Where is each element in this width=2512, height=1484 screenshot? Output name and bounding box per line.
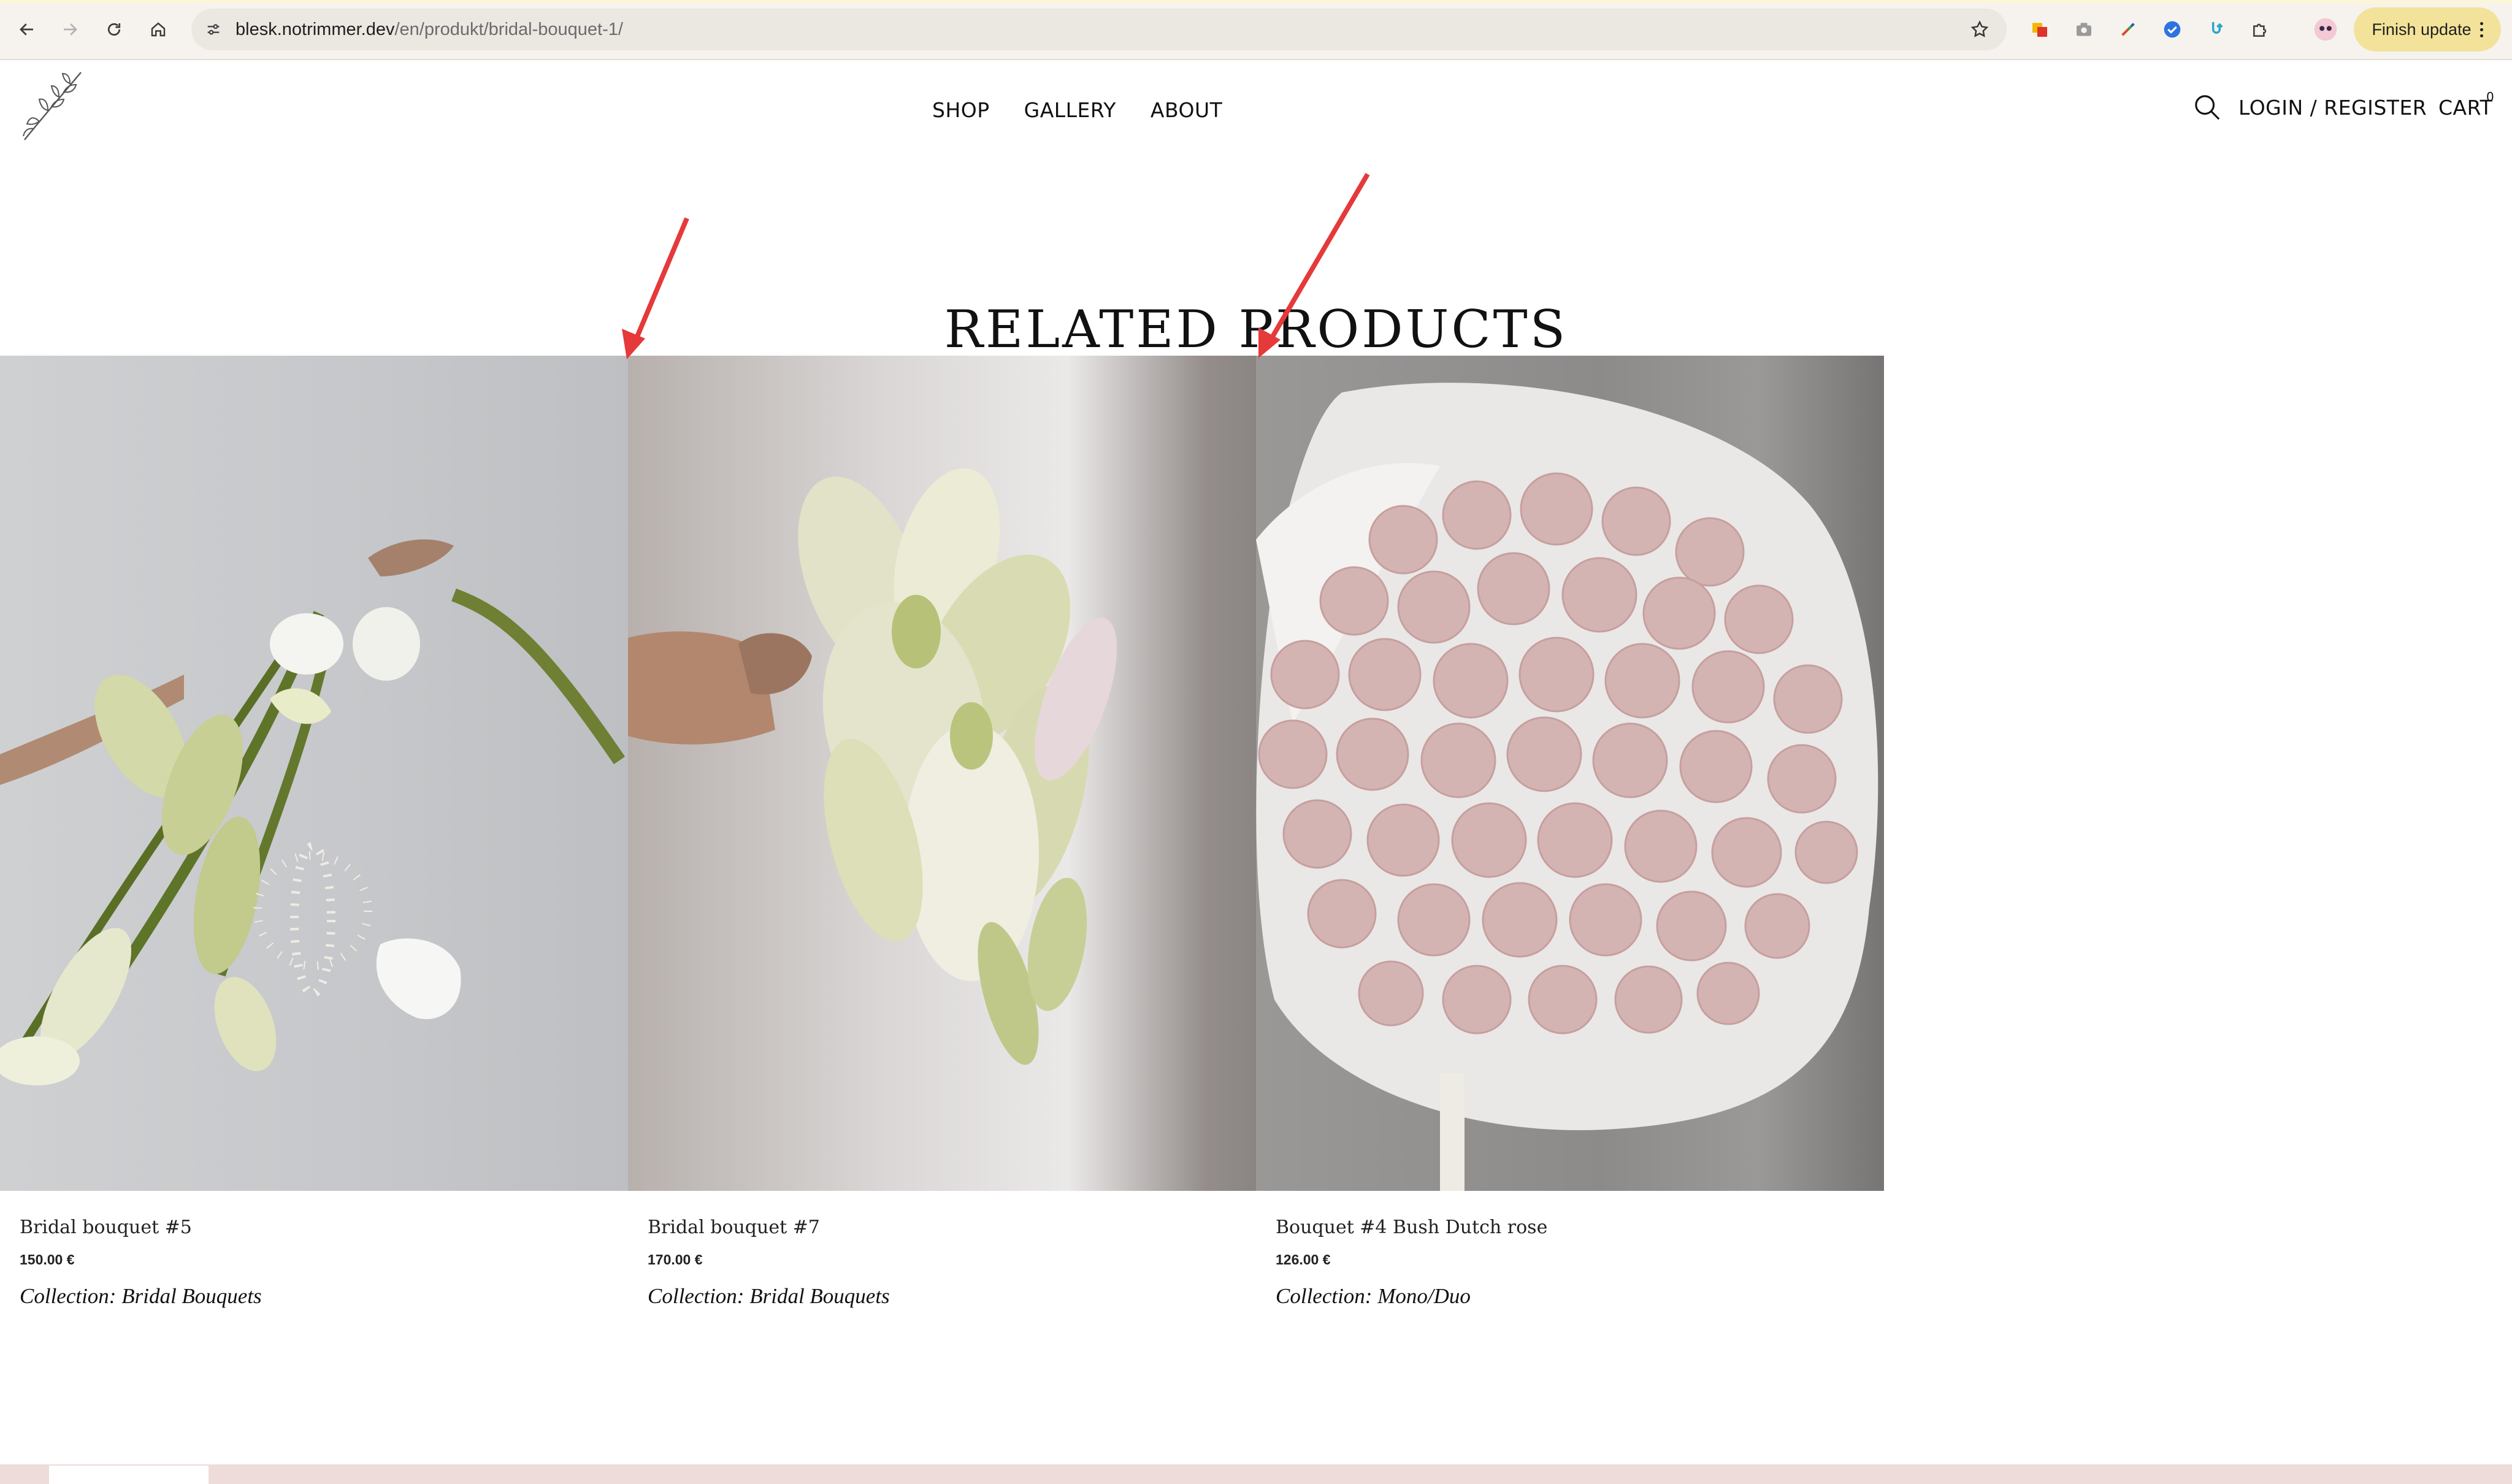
toolbar-top-band	[0, 0, 2512, 4]
footer-band	[0, 1464, 2512, 1484]
product-collection[interactable]: Collection: Mono/Duo	[1276, 1284, 1884, 1309]
brand-logo[interactable]	[21, 69, 85, 142]
finish-update-label: Finish update	[2372, 20, 2472, 39]
home-icon	[151, 22, 166, 37]
color-picker-icon[interactable]	[2116, 17, 2140, 42]
url-path: /en/produkt/bridal-bouquet-1/	[394, 20, 623, 39]
arrow-right-icon	[64, 23, 77, 36]
cart-link[interactable]: CART	[2438, 96, 2492, 120]
footer-tab	[49, 1466, 209, 1484]
main-navigation: SHOP GALLERY ABOUT	[932, 94, 1222, 125]
nav-shop[interactable]: SHOP	[932, 98, 990, 122]
product-card[interactable]: Bridal bouquet #5 150.00 € Collection: B…	[0, 356, 628, 1309]
reload-button[interactable]	[101, 16, 128, 43]
product-collection[interactable]: Collection: Bridal Bouquets	[648, 1284, 1256, 1309]
camera-icon[interactable]	[2072, 17, 2096, 42]
nav-gallery[interactable]: GALLERY	[1024, 98, 1116, 122]
product-name[interactable]: Bridal bouquet #5	[20, 1217, 628, 1238]
reload-icon	[107, 23, 121, 36]
puzzle-icon[interactable]	[2248, 17, 2273, 42]
address-bar[interactable]: blesk.notrimmer.dev/en/produkt/bridal-bo…	[191, 9, 2007, 50]
forward-button[interactable]	[56, 16, 83, 43]
search-icon[interactable]	[2193, 93, 2221, 121]
check-badge-icon[interactable]	[2160, 17, 2185, 42]
product-collection[interactable]: Collection: Bridal Bouquets	[20, 1284, 628, 1309]
arrow-left-icon	[20, 23, 33, 36]
product-card[interactable]: Bridal bouquet #7 170.00 € Collection: B…	[628, 356, 1256, 1309]
related-products-heading: RELATED PRODUCTS	[944, 299, 1568, 359]
product-image-bridal-bouquet-5[interactable]	[0, 356, 628, 1191]
product-image-bouquet-4-bush-dutch-rose[interactable]	[1256, 356, 1884, 1191]
product-card[interactable]: Bouquet #4 Bush Dutch rose 126.00 € Coll…	[1256, 356, 1884, 1309]
more-menu-icon	[2479, 21, 2483, 37]
product-price: 150.00 €	[20, 1252, 75, 1268]
product-name[interactable]: Bridal bouquet #7	[648, 1217, 1256, 1238]
url-host: blesk.notrimmer.dev	[236, 20, 395, 39]
extension-red-icon[interactable]	[2028, 17, 2052, 42]
login-register-link[interactable]: LOGIN / REGISTER	[2238, 96, 2427, 120]
extension-teal-icon[interactable]	[2204, 17, 2229, 42]
home-button[interactable]	[145, 16, 172, 43]
finish-update-button[interactable]: Finish update	[2354, 7, 2501, 52]
bookmark-star-icon[interactable]	[1967, 17, 1992, 42]
product-name[interactable]: Bouquet #4 Bush Dutch rose	[1276, 1217, 1884, 1238]
cart-count-badge: 0	[2486, 90, 2494, 104]
url-text[interactable]: blesk.notrimmer.dev/en/produkt/bridal-bo…	[236, 18, 623, 40]
profile-avatar-icon[interactable]	[2313, 17, 2338, 42]
nav-about[interactable]: ABOUT	[1151, 98, 1222, 122]
browser-toolbar: blesk.notrimmer.dev/en/produkt/bridal-bo…	[0, 0, 2512, 60]
product-image-bridal-bouquet-7[interactable]	[628, 356, 1256, 1191]
site-info-icon[interactable]	[202, 18, 224, 40]
product-price: 126.00 €	[1276, 1252, 1331, 1268]
product-price: 170.00 €	[648, 1252, 703, 1268]
back-button[interactable]	[13, 16, 40, 43]
